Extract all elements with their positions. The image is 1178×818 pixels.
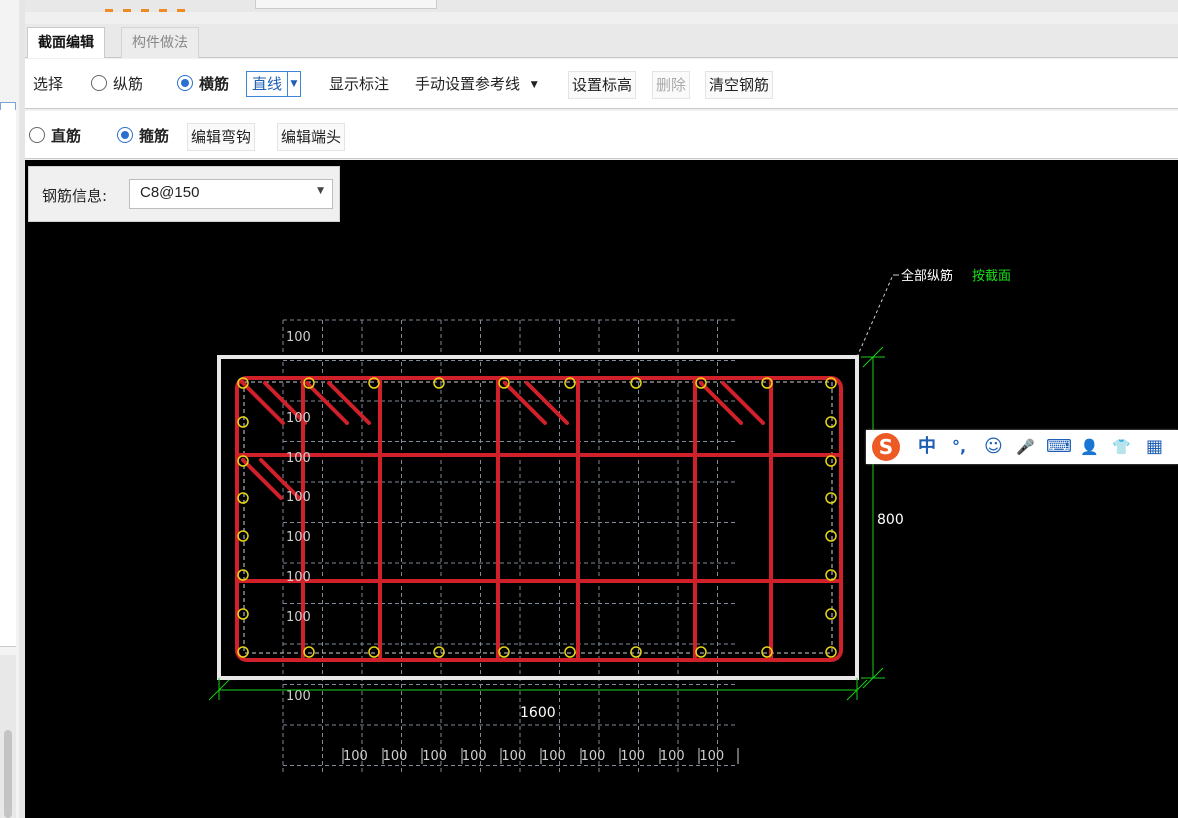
chevron-down-icon: ▼ [317, 186, 324, 196]
grid-label: 100 [286, 451, 311, 466]
bar-dot [825, 416, 837, 428]
section-outline [217, 355, 859, 680]
annotation-label: 全部纵筋 [901, 268, 953, 284]
sogou-logo-icon[interactable]: S [872, 433, 900, 461]
toolbar-primary: 选择 纵筋 横筋 直线 ▼ 显示标注 手动设置参考线 ▼ 设置标高 删除 清空钢… [25, 59, 1178, 109]
grid-label: 100 [501, 749, 526, 764]
grid-label: 100 [462, 749, 487, 764]
emoji-icon[interactable]: ☺ [984, 434, 1003, 460]
left-scrollbar[interactable] [4, 730, 12, 818]
bar-dot [303, 646, 315, 658]
edit-end-button[interactable]: 编辑端头 [277, 123, 346, 151]
show-annotation-button[interactable]: 显示标注 [329, 71, 389, 97]
clear-rebar-button[interactable]: 清空钢筋 [705, 71, 774, 99]
radio-stirrup[interactable]: 箍筋 [117, 123, 169, 149]
bar-dot [825, 569, 837, 581]
radio-transverse[interactable]: 横筋 [177, 71, 229, 97]
bar-dot [825, 530, 837, 542]
bar-dot [825, 492, 837, 504]
left-tree-panel [0, 110, 16, 647]
hook-line [241, 381, 285, 425]
radio-checked-icon [177, 75, 193, 91]
microphone-icon[interactable]: 🎤 [1016, 434, 1035, 460]
radio-icon [91, 75, 107, 91]
delete-button[interactable]: 删除 [652, 71, 691, 99]
bar-dot [825, 608, 837, 620]
keyboard-icon[interactable]: ⌨ [1046, 434, 1072, 460]
grid-menu-icon[interactable]: ▦ [1146, 434, 1163, 460]
grid-label: 100 [286, 490, 311, 505]
tab-bar: 截面编辑 构件做法 [25, 24, 1178, 58]
grid-label: 100 [620, 749, 645, 764]
grid-label: 100 [343, 749, 368, 764]
chevron-down-icon: ▼ [530, 80, 538, 90]
bar-dot [433, 646, 445, 658]
grid-label: 100 [581, 749, 606, 764]
longitudinal-bars [237, 377, 837, 658]
punctuation-icon[interactable]: °, [952, 434, 966, 460]
hook-line [699, 381, 743, 425]
hook-line [305, 381, 349, 425]
cover-line [243, 381, 833, 654]
rebar-info-select[interactable]: C8@150 ▼ [129, 179, 333, 209]
top-strip [25, 0, 1178, 12]
chinese-mode-icon[interactable]: 中 [918, 434, 936, 460]
tab-component-method[interactable]: 构件做法 [121, 27, 199, 58]
grid-label: 100 [286, 610, 311, 625]
radio-straight[interactable]: 直筋 [29, 123, 81, 149]
hook-line [525, 381, 569, 425]
hook-line [503, 381, 547, 425]
radio-checked-icon [117, 127, 133, 143]
bar-dot [498, 646, 510, 658]
height-dimension: 800 [877, 512, 904, 528]
bar-dot [237, 608, 249, 620]
bar-dot [237, 416, 249, 428]
user-icon[interactable]: 👤 [1080, 434, 1099, 460]
set-elevation-button[interactable]: 设置标高 [568, 71, 637, 99]
grid-label: 100 [383, 749, 408, 764]
rebar-info-panel: 钢筋信息: C8@150 ▼ [28, 166, 340, 222]
hook-line [241, 458, 283, 500]
grid-label: 100 [286, 411, 311, 426]
stirrup-outer [235, 376, 843, 662]
width-dimension: 1600 [520, 705, 556, 721]
section-drawing[interactable]: 100 100 100 100 100 100 100 100 100 100 100 100 100 1… [25, 160, 1178, 818]
bar-dot [237, 492, 249, 504]
bar-dot [564, 646, 576, 658]
bar-dot [237, 569, 249, 581]
bar-dot [237, 646, 249, 658]
skin-icon[interactable]: 👕 [1112, 434, 1131, 460]
bar-dot [368, 646, 380, 658]
grid-label: 100 [699, 749, 724, 764]
radio-icon [29, 127, 45, 143]
tab-section-edit[interactable]: 截面编辑 [27, 27, 105, 58]
line-type-dropdown[interactable]: 直线 ▼ [246, 71, 302, 97]
grid-label: 100 [286, 530, 311, 545]
bar-dot [825, 455, 837, 467]
manual-reference-dropdown[interactable]: 手动设置参考线 ▼ [415, 71, 538, 97]
bar-dot [825, 646, 837, 658]
annotation-link[interactable]: 按截面 [972, 269, 1011, 284]
grid-label: 100 [422, 749, 447, 764]
edit-hook-button[interactable]: 编辑弯钩 [187, 123, 256, 151]
grid-label: 100 [286, 330, 311, 345]
bar-dot [237, 530, 249, 542]
ime-toolbar[interactable]: S 中 °, ☺ 🎤 ⌨ 👤 👕 ▦ [866, 430, 1178, 464]
hook-line [721, 381, 765, 425]
grid-label: 100 [286, 689, 311, 704]
rebar-info-label: 钢筋信息: [42, 187, 108, 205]
rebar-group [235, 376, 843, 662]
grid-label: 100 [541, 749, 566, 764]
bar-dot [695, 646, 707, 658]
grid-label: 100 [286, 570, 311, 585]
radio-longitudinal[interactable]: 纵筋 [91, 71, 143, 97]
bar-dot [630, 646, 642, 658]
hook-line [327, 381, 371, 425]
grid-label: 100 [660, 749, 685, 764]
select-button[interactable]: 选择 [33, 71, 63, 97]
chevron-down-icon: ▼ [287, 72, 300, 96]
toolbar-secondary: 直筋 箍筋 编辑弯钩 编辑端头 [25, 111, 1178, 159]
